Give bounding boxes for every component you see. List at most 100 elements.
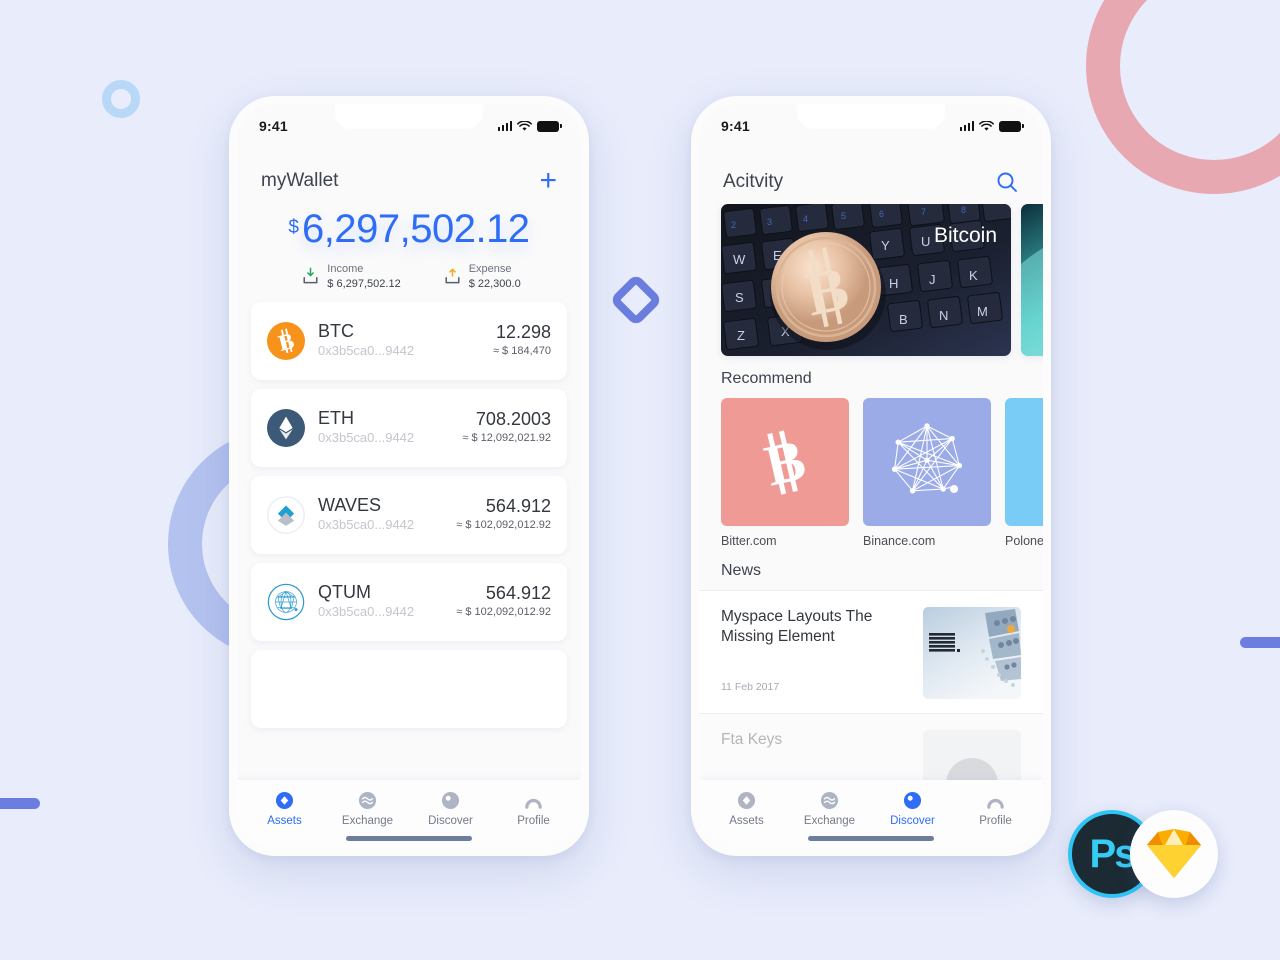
tab-exchange[interactable]: Exchange	[326, 789, 409, 827]
svg-text:B: B	[899, 312, 908, 327]
asset-symbol: QTUM	[318, 582, 371, 603]
search-icon	[997, 172, 1017, 192]
tab-bar-right: Assets Exchange Discover Profile	[699, 780, 1043, 848]
recommend-tile	[1005, 398, 1043, 526]
discover-content[interactable]: 234 567 8 WE YU SHJK ZX BNM B Bitcoin Re…	[699, 204, 1043, 780]
activity-card[interactable]: 234 567 8 WE YU SHJK ZX BNM B Bitcoin	[721, 204, 1011, 356]
tab-discover[interactable]: Discover	[871, 789, 954, 827]
tab-label: Discover	[428, 815, 473, 827]
bar-right-decoration	[1240, 637, 1280, 648]
list-item[interactable]: Fta Keys	[699, 714, 1043, 780]
tab-label: Assets	[729, 815, 764, 827]
asset-quantity: 708.2003	[475, 408, 551, 429]
svg-text:7: 7	[921, 207, 926, 217]
home-indicator[interactable]	[346, 836, 472, 841]
table-row[interactable]: QTUM 0x3b5ca0...9442 564.912 ≈ $ 102,092…	[251, 562, 567, 641]
expense-summary: Expense $ 22,300.0	[443, 262, 521, 292]
news-headline: Myspace Layouts The Missing Element	[721, 608, 873, 646]
network-mesh-icon	[891, 423, 963, 494]
download-tray-icon	[303, 268, 318, 284]
assets-icon	[243, 789, 326, 811]
exchange-icon	[326, 789, 409, 811]
table-row-partial[interactable]	[251, 649, 567, 728]
discover-icon	[409, 789, 492, 811]
phone-wallet: 9:41 myWallet + $ 6,297,502.12 Income $ …	[229, 96, 589, 856]
balance-block: $ 6,297,502.12 Income $ 6,297,502.12 Exp…	[237, 202, 581, 296]
wifi-icon	[517, 120, 532, 131]
table-row[interactable]: ETH 0x3b5ca0...9442 708.2003 ≈ $ 12,092,…	[251, 388, 567, 467]
waves-icon	[267, 495, 305, 534]
asset-usd-value: ≈ $ 12,092,021.92	[462, 432, 551, 445]
activity-carousel[interactable]: 234 567 8 WE YU SHJK ZX BNM B Bitcoin	[699, 204, 1043, 356]
battery-icon	[537, 120, 562, 132]
screen-discover: 9:41 Acitvity 2 3 4 5 6 7 8 W E Y U S H …	[699, 104, 1043, 848]
qtum-icon	[267, 583, 305, 620]
activity-card[interactable]	[1021, 204, 1043, 356]
svg-text:S: S	[735, 290, 744, 305]
tab-profile[interactable]: Profile	[954, 789, 1037, 827]
tab-label: Profile	[979, 815, 1012, 827]
asset-quantity: 564.912	[485, 495, 551, 516]
list-item[interactable]: Myspace Layouts The Missing Element 11 F…	[699, 591, 1043, 714]
asset-usd-value: ≈ $ 102,092,012.92	[456, 519, 551, 532]
bitcoin-coin-on-keyboard-image: 234 567 8 WE YU SH J K ZX BNM B Bitcoin	[721, 204, 1011, 356]
news-title: News	[721, 562, 762, 579]
recommend-tile	[863, 398, 991, 526]
add-wallet-button[interactable]: +	[539, 166, 557, 196]
recommend-carousel[interactable]: B Bitter.com Binance.com Polone	[699, 398, 1043, 548]
wallet-header: myWallet +	[237, 148, 581, 202]
notch	[797, 104, 945, 129]
profile-icon	[492, 789, 575, 811]
tab-profile[interactable]: Profile	[492, 789, 575, 827]
svg-text:H: H	[889, 276, 898, 291]
tab-exchange[interactable]: Exchange	[788, 789, 871, 827]
svg-text:M: M	[977, 304, 988, 319]
tab-label: Exchange	[341, 815, 394, 827]
assets-icon	[705, 789, 788, 811]
wifi-icon	[979, 120, 994, 131]
asset-symbol: BTC	[318, 321, 354, 342]
income-value: $ 6,297,502.12	[327, 277, 401, 290]
notch	[335, 104, 483, 129]
svg-text:N: N	[939, 308, 948, 323]
svg-text:8: 8	[961, 205, 966, 215]
news-thumbnail	[923, 730, 1021, 780]
tab-assets[interactable]: Assets	[705, 789, 788, 827]
portrait-photo	[923, 730, 1021, 780]
tab-label: Exchange	[803, 815, 856, 827]
news-thumbnail	[923, 607, 1021, 699]
signal-icon	[959, 121, 974, 131]
tab-label: Assets	[267, 815, 302, 827]
recommend-name: Polone	[1005, 534, 1043, 548]
exchange-icon	[788, 789, 871, 811]
table-row[interactable]: WAVES 0x3b5ca0...9442 564.912 ≈ $ 102,09…	[251, 475, 567, 554]
news-list[interactable]: Myspace Layouts The Missing Element 11 F…	[699, 590, 1043, 780]
asset-list[interactable]: B BTC 0x3b5ca0...9442 12.298 ≈ $ 184,470	[237, 296, 581, 780]
tab-bar-left: Assets Exchange Discover Profile	[237, 780, 581, 848]
asset-address: 0x3b5ca0...9442	[318, 430, 415, 446]
recommend-card[interactable]: B Bitter.com	[721, 398, 849, 548]
search-button[interactable]	[995, 170, 1019, 194]
balance-amount: 6,297,502.12	[302, 207, 530, 251]
bitcoin-symbol-icon: B	[759, 426, 811, 498]
sketch-diamond-icon	[1147, 829, 1201, 878]
asset-usd-value: ≈ $ 102,092,012.92	[456, 606, 551, 619]
expense-value: $ 22,300.0	[468, 277, 521, 290]
bitcoin-icon: B	[267, 321, 305, 360]
recommend-card[interactable]: Polone	[1005, 398, 1043, 548]
table-row[interactable]: B BTC 0x3b5ca0...9442 12.298 ≈ $ 184,470	[251, 301, 567, 380]
tab-label: Profile	[517, 815, 550, 827]
recommend-tile: B	[721, 398, 849, 526]
tab-label: Discover	[890, 815, 935, 827]
expense-label: Expense	[468, 263, 512, 275]
recommend-name: Binance.com	[863, 534, 936, 548]
svg-text:K: K	[969, 268, 978, 283]
tab-discover[interactable]: Discover	[409, 789, 492, 827]
phone-discover: 9:41 Acitvity 2 3 4 5 6 7 8 W E Y U S H …	[691, 96, 1051, 856]
tab-assets[interactable]: Assets	[243, 789, 326, 827]
upload-tray-icon	[445, 268, 460, 284]
recommend-card[interactable]: Binance.com	[863, 398, 991, 548]
home-indicator[interactable]	[808, 836, 934, 841]
svg-text:Y: Y	[881, 238, 890, 253]
asset-quantity: 564.912	[485, 582, 551, 603]
